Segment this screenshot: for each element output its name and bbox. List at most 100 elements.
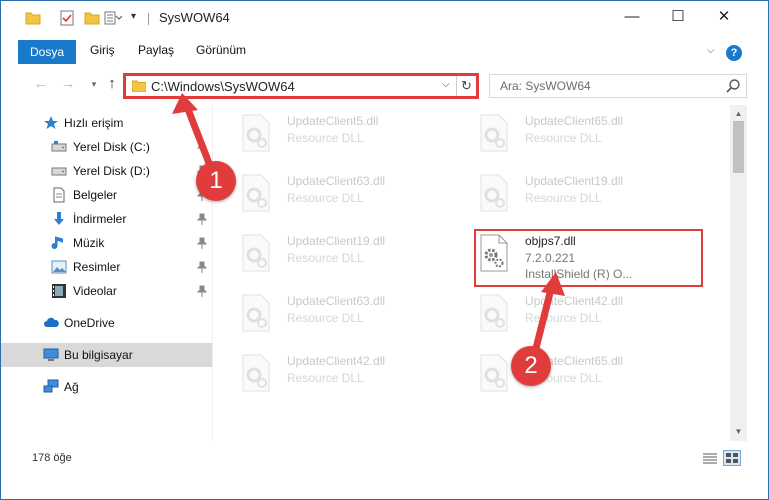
- file-item[interactable]: UpdateClient65.dll Resource DLL: [453, 105, 673, 157]
- search-placeholder: Ara: SysWOW64: [500, 79, 591, 93]
- dll-file-icon: [480, 354, 508, 392]
- up-arrow-icon[interactable]: ↑: [103, 74, 121, 94]
- pin-icon[interactable]: [197, 213, 207, 225]
- tab-view[interactable]: Görünüm: [196, 43, 246, 57]
- navigation-bar: ← → ▾ ↑ C:\Windows\SysWOW64 ⌵ ↻ Ara: Sys…: [1, 65, 768, 105]
- file-item[interactable]: UpdateClient19.dll Resource DLL: [215, 225, 435, 277]
- file-highlight-box: [474, 229, 703, 287]
- recent-locations-chevron-icon[interactable]: ▾: [85, 74, 103, 94]
- refresh-icon[interactable]: ↻: [456, 76, 476, 96]
- file-item[interactable]: UpdateClient63.dll Resource DLL: [215, 285, 435, 337]
- properties-check-icon[interactable]: [59, 10, 75, 26]
- back-arrow-icon[interactable]: ←: [32, 74, 50, 94]
- sidebar-item-drive-d[interactable]: Yerel Disk (D:): [1, 159, 212, 183]
- item-count: 178 öğe: [32, 452, 72, 464]
- search-input[interactable]: Ara: SysWOW64: [489, 74, 747, 98]
- pin-icon[interactable]: [197, 237, 207, 249]
- help-icon[interactable]: ?: [726, 45, 742, 61]
- file-description: Resource DLL: [287, 191, 364, 205]
- file-description: Resource DLL: [525, 131, 602, 145]
- computer-icon: [43, 348, 59, 361]
- sidebar-item-label: OneDrive: [64, 316, 115, 330]
- search-icon[interactable]: [725, 78, 741, 94]
- scrollbar-thumb[interactable]: [733, 121, 744, 173]
- tab-share[interactable]: Paylaş: [138, 43, 174, 57]
- file-item[interactable]: UpdateClient5.dll Resource DLL: [215, 105, 435, 157]
- network-icon: [43, 379, 59, 393]
- pictures-icon: [51, 260, 67, 274]
- sidebar-item-pictures[interactable]: Resimler: [1, 255, 212, 279]
- sidebar-item-network[interactable]: Ağ: [1, 375, 212, 399]
- address-history-chevron-icon[interactable]: ⌵: [442, 79, 450, 90]
- title-bar: ▾ SysWOW64 — ☐ ✕: [1, 1, 768, 33]
- dll-file-icon: [480, 114, 508, 152]
- downloads-icon: [54, 212, 64, 225]
- videos-icon: [52, 284, 66, 298]
- file-description: Resource DLL: [287, 371, 364, 385]
- sidebar-item-label: Resimler: [73, 260, 121, 274]
- address-bar[interactable]: C:\Windows\SysWOW64 ⌵ ↻: [123, 73, 479, 99]
- sidebar-item-label: Bu bilgisayar: [64, 348, 133, 362]
- step1-badge: 1: [196, 161, 236, 201]
- sidebar-item-videos[interactable]: Videolar: [1, 279, 212, 303]
- folder-icon[interactable]: [25, 10, 41, 26]
- sidebar-item-music[interactable]: Müzik: [1, 231, 212, 255]
- file-item[interactable]: UpdateClient65.dll Resource DLL: [453, 345, 673, 397]
- forward-arrow-icon[interactable]: →: [59, 74, 77, 94]
- details-view-icon[interactable]: [702, 452, 718, 466]
- file-description: Resource DLL: [525, 311, 602, 325]
- tiles-icon: [726, 453, 738, 463]
- file-description: Resource DLL: [525, 191, 602, 205]
- close-button[interactable]: ✕: [701, 1, 747, 33]
- vertical-scrollbar[interactable]: ▲ ▼: [730, 105, 747, 441]
- navigation-pane: Hızlı erişim Yerel Disk (C:) Yerel Disk …: [1, 105, 213, 441]
- sidebar-item-label: Ağ: [64, 380, 79, 394]
- ribbon-tabs: Dosya Giriş Paylaş Görünüm ⌵: [1, 33, 768, 65]
- address-path[interactable]: C:\Windows\SysWOW64: [151, 79, 295, 94]
- status-bar: 178 öğe: [1, 446, 768, 471]
- sidebar-item-onedrive[interactable]: OneDrive: [1, 311, 212, 335]
- dll-file-icon: [480, 294, 508, 332]
- title-separator: [148, 13, 149, 25]
- dll-file-icon: [242, 294, 270, 332]
- sidebar-item-this-pc[interactable]: Bu bilgisayar: [1, 343, 212, 367]
- sidebar-item-documents[interactable]: Belgeler: [1, 183, 212, 207]
- new-folder-icon[interactable]: [84, 10, 100, 26]
- file-name: UpdateClient63.dll: [287, 294, 386, 308]
- dll-file-icon: [242, 234, 270, 272]
- expand-ribbon-chevron-icon[interactable]: ⌵: [707, 45, 715, 56]
- sidebar-item-label: Müzik: [73, 236, 105, 250]
- large-icons-view-icon[interactable]: [723, 450, 741, 466]
- sidebar-item-label: Yerel Disk (C:): [73, 140, 150, 154]
- sidebar-item-quick-access[interactable]: Hızlı erişim: [1, 111, 212, 135]
- music-icon: [51, 236, 63, 249]
- file-item[interactable]: UpdateClient19.dll Resource DLL: [453, 165, 673, 217]
- dll-file-icon: [242, 174, 270, 212]
- file-item[interactable]: UpdateClient42.dll Resource DLL: [453, 285, 673, 337]
- pin-icon[interactable]: [197, 141, 207, 153]
- file-description: Resource DLL: [287, 131, 364, 145]
- scroll-up-icon[interactable]: ▲: [730, 109, 747, 118]
- pin-icon[interactable]: [197, 285, 207, 297]
- tab-home[interactable]: Giriş: [90, 43, 115, 57]
- drive-icon: [51, 141, 67, 152]
- sidebar-item-downloads[interactable]: İndirmeler: [1, 207, 212, 231]
- minimize-button[interactable]: —: [609, 1, 655, 33]
- file-name: UpdateClient19.dll: [287, 234, 386, 248]
- quick-access-toolbar-icon[interactable]: [104, 10, 122, 26]
- file-item[interactable]: UpdateClient63.dll Resource DLL: [215, 165, 435, 217]
- file-explorer-window: ▾ SysWOW64 — ☐ ✕ Dosya Giriş Paylaş Görü…: [0, 0, 769, 500]
- sidebar-item-label: İndirmeler: [73, 212, 127, 226]
- star-icon: [44, 116, 58, 129]
- maximize-button[interactable]: ☐: [655, 1, 701, 33]
- cloud-icon: [44, 317, 59, 327]
- file-name: UpdateClient42.dll: [287, 354, 386, 368]
- scroll-down-icon[interactable]: ▼: [730, 427, 747, 436]
- tab-file[interactable]: Dosya: [18, 40, 76, 64]
- pin-icon[interactable]: [197, 261, 207, 273]
- dll-file-icon: [242, 114, 270, 152]
- file-description: Resource DLL: [287, 251, 364, 265]
- file-item[interactable]: UpdateClient42.dll Resource DLL: [215, 345, 435, 397]
- sidebar-item-drive-c[interactable]: Yerel Disk (C:): [1, 135, 212, 159]
- customize-toolbar-chevron-icon[interactable]: ▾: [131, 11, 143, 27]
